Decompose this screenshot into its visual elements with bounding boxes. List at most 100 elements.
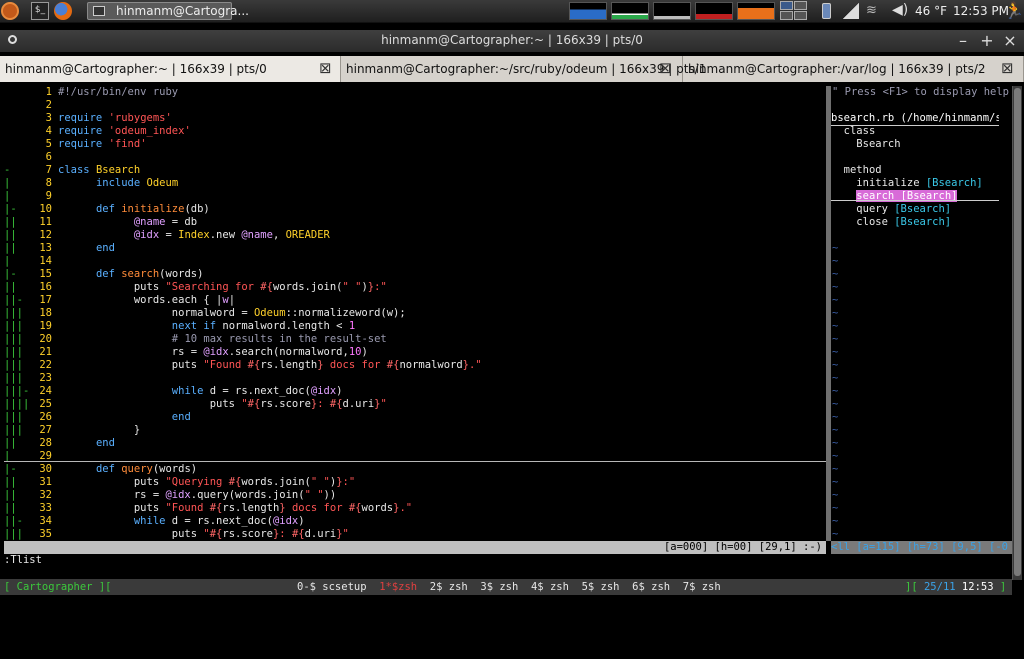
taglist-method-search[interactable]: search [Bsearch] (831, 190, 958, 203)
line-number: 27 (39, 424, 52, 436)
line-number: 30 (39, 463, 52, 475)
code-line: puts "Found #{rs.length} docs for #{word… (58, 502, 413, 514)
screen-window-item[interactable]: 5$ zsh (582, 581, 620, 593)
network-monitor-graph[interactable] (653, 2, 691, 20)
window-titlebar[interactable]: hinmanm@Cartographer:~ | 166x39 | pts/0 … (0, 30, 1024, 52)
fold-marker: ||- (4, 294, 23, 306)
fold-marker: || (4, 476, 17, 488)
method-scope: [Bsearch] (925, 177, 983, 189)
code-line: puts "Found #{rs.length} docs for #{norm… (58, 359, 482, 371)
line-number: 32 (39, 489, 52, 501)
line-number: 12 (39, 229, 52, 241)
running-man-icon[interactable]: 🏃 (1004, 1, 1024, 20)
taglist-help-hint: " Press <F1> to display help (832, 86, 1010, 98)
tilde-marker: ~ (832, 255, 839, 267)
tab-pts-2[interactable]: hinmanm@Cartographer:/var/log | 166x39 |… (683, 56, 1024, 82)
panel-clock[interactable]: 12:53 PM (953, 4, 1009, 18)
top-panel: $_ hinmanm@Cartogra... ≋ ◀) 46 °F 12:53 … (0, 0, 1024, 23)
method-name: close (856, 216, 888, 228)
memory-monitor-graph[interactable] (611, 2, 649, 20)
vim-command-line[interactable]: :Tlist (4, 554, 42, 567)
fold-marker: ||| (4, 372, 23, 384)
screen-window-item[interactable]: 2$ zsh (430, 581, 468, 593)
code-line: puts "Searching for #{words.join(" ")}:" (58, 281, 387, 293)
line-number: 11 (39, 216, 52, 228)
fold-marker: | (4, 190, 11, 202)
tab-close-icon[interactable]: ⊠ (659, 59, 672, 77)
line-number: 31 (39, 476, 52, 488)
workspace-4[interactable] (794, 11, 807, 20)
swap-monitor-graph[interactable] (695, 2, 733, 20)
taglist-file-header[interactable]: bsearch.rb (/home/hinmanm/sr (831, 112, 999, 126)
class-header-label: class (843, 125, 876, 137)
line-number: 5 (45, 138, 52, 150)
tab-close-icon[interactable]: ⊠ (1001, 59, 1014, 77)
fold-marker: - (4, 164, 11, 176)
statusline-file: ~/src/ruby/odeum/bsearch.rb [unix] [RUBY… (29, 554, 314, 566)
firefox-launcher-icon[interactable] (54, 2, 72, 20)
tab-close-icon[interactable]: ⊠ (319, 59, 332, 77)
workspace-1[interactable] (780, 1, 793, 10)
terminal-area[interactable]: 1 #!/usr/bin/env ruby 2 3 require 'rubyg… (0, 82, 1024, 600)
taglist-method-close[interactable]: close [Bsearch] (831, 216, 951, 229)
vertical-split-divider[interactable] (826, 86, 831, 541)
taskbar-window-button[interactable]: hinmanm@Cartogra... (87, 2, 249, 20)
workspace-2[interactable] (794, 1, 807, 10)
fold-marker: ||| (4, 359, 23, 371)
screen-window-list: 0-$ scsetup 1*$zsh 2$ zsh 3$ zsh 4$ zsh … (297, 579, 721, 595)
taglist-method-header[interactable]: method (831, 164, 882, 177)
load-monitor-graph[interactable] (737, 2, 775, 20)
tilde-marker: ~ (832, 515, 839, 527)
tilde-marker: ~ (832, 372, 839, 384)
bracket: ] (999, 581, 1007, 593)
tilde-marker: ~ (832, 320, 839, 332)
line-number: 26 (39, 411, 52, 423)
tab-pts-0[interactable]: hinmanm@Cartographer:~ | 166x39 | pts/0 … (0, 56, 341, 82)
screen-window-item[interactable]: 7$ zsh (683, 581, 721, 593)
line-number: 23 (39, 372, 52, 384)
tilde-marker: ~ (832, 463, 839, 475)
taglist-class-header[interactable]: class (831, 125, 876, 138)
tab-pts-1[interactable]: hinmanm@Cartographer:~/src/ruby/odeum | … (341, 56, 706, 82)
scrollbar-thumb[interactable] (1014, 88, 1021, 576)
line-number: 10 (39, 203, 52, 215)
weather-temperature[interactable]: 46 °F (915, 4, 947, 18)
cpu-monitor-graph[interactable] (569, 2, 607, 20)
taglist-separator (831, 200, 999, 201)
window-title: hinmanm@Cartographer:~ | 166x39 | pts/0 (381, 33, 643, 47)
code-line: class Bsearch (58, 164, 141, 176)
volume-icon[interactable]: ◀) (892, 2, 908, 18)
minimize-button[interactable]: – (955, 31, 971, 50)
wifi-icon[interactable]: ≋ (866, 3, 877, 18)
line-number: 35 (39, 528, 52, 540)
terminal-scrollbar[interactable] (1012, 86, 1022, 580)
screen-window-item[interactable]: 4$ zsh (531, 581, 569, 593)
taglist-method-query[interactable]: query [Bsearch] (831, 203, 951, 216)
method-scope: [Bsearch] (894, 203, 952, 215)
method-name: initialize (856, 177, 920, 189)
line-number: 7 (45, 164, 52, 176)
taglist-class-item[interactable]: Bsearch (831, 138, 900, 151)
screen-window-item[interactable]: 0-$ scsetup (297, 581, 367, 593)
maximize-button[interactable]: + (979, 31, 995, 50)
code-line: end (171, 411, 191, 423)
screen-status-bar: [ Cartographer ][ 0-$ scsetup 1*$zsh 2$ … (0, 579, 1012, 595)
tab-label: hinmanm@Cartographer:~ | 166x39 | pts/0 (5, 62, 267, 76)
screen-window-item[interactable]: 1*$zsh (379, 581, 417, 593)
workspace-switcher[interactable] (780, 1, 808, 21)
screen-window-item[interactable]: 3$ zsh (480, 581, 518, 593)
taglist-method-initialize[interactable]: initialize [Bsearch] (831, 177, 983, 190)
ubuntu-menu-icon[interactable] (1, 2, 19, 20)
code-line: require 'odeum_index' (58, 125, 191, 137)
tilde-marker: ~ (832, 528, 839, 540)
workspace-3[interactable] (780, 11, 793, 20)
signal-strength-icon[interactable] (843, 3, 859, 19)
terminal-launcher-icon[interactable]: $_ (31, 2, 49, 20)
line-number: 6 (45, 151, 52, 163)
screen-time: 12:53 (961, 581, 994, 593)
line-number: 25 (39, 398, 52, 410)
screen-window-item[interactable]: 6$ zsh (632, 581, 670, 593)
battery-icon[interactable] (822, 3, 831, 19)
close-window-button[interactable]: × (1002, 31, 1018, 50)
line-number: 19 (39, 320, 52, 332)
